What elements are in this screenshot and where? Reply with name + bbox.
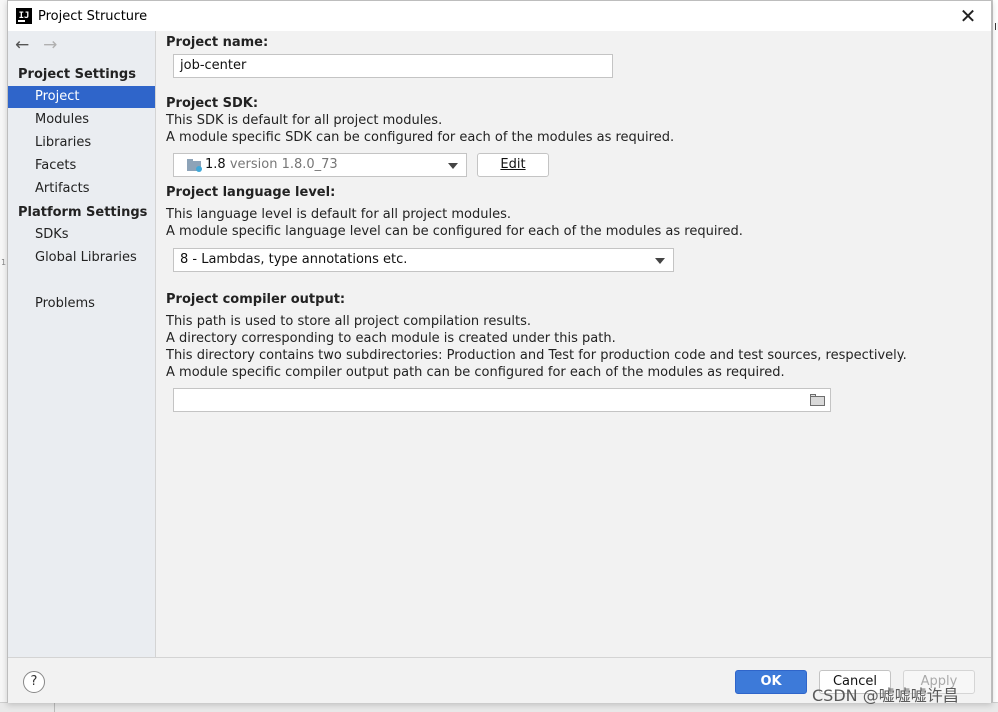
sidebar-item-artifacts[interactable]: Artifacts bbox=[8, 178, 155, 200]
compiler-output-path-input[interactable] bbox=[173, 388, 831, 412]
compiler-output-label: Project compiler output: bbox=[166, 292, 346, 307]
settings-sidebar: ← → Project Settings Project Modules Lib… bbox=[8, 31, 156, 657]
intellij-app-icon: IJ bbox=[16, 8, 32, 24]
project-name-value: job-center bbox=[180, 58, 247, 73]
language-level-value: 8 - Lambdas, type annotations etc. bbox=[180, 252, 408, 267]
language-level-label: Project language level: bbox=[166, 185, 336, 200]
back-arrow-icon[interactable]: ← bbox=[15, 35, 39, 55]
platform-settings-header: Platform Settings bbox=[18, 205, 148, 220]
project-sdk-description: This SDK is default for all project modu… bbox=[166, 113, 443, 128]
sidebar-item-problems[interactable]: Problems bbox=[8, 293, 155, 315]
sidebar-item-modules[interactable]: Modules bbox=[8, 109, 155, 131]
language-level-dropdown[interactable]: 8 - Lambdas, type annotations etc. bbox=[173, 248, 674, 272]
compiler-output-module-dir-note: A directory corresponding to each module… bbox=[166, 331, 616, 346]
background-ide-right-edge: Il bbox=[992, 0, 998, 712]
project-settings-header: Project Settings bbox=[18, 67, 136, 82]
help-button[interactable]: ? bbox=[23, 671, 45, 693]
language-level-description: This language level is default for all p… bbox=[166, 207, 511, 222]
project-name-label: Project name: bbox=[166, 35, 269, 50]
project-name-input[interactable]: job-center bbox=[173, 54, 613, 78]
background-text-fragment: Il bbox=[994, 22, 998, 33]
sidebar-item-project[interactable]: Project bbox=[8, 86, 155, 108]
background-line-number: 1 bbox=[1, 258, 7, 267]
sidebar-item-global-libraries[interactable]: Global Libraries bbox=[8, 247, 155, 269]
sidebar-item-libraries[interactable]: Libraries bbox=[8, 132, 155, 154]
title-bar: IJ Project Structure ✕ bbox=[8, 1, 991, 31]
history-navigation: ← → bbox=[15, 35, 67, 55]
ok-button[interactable]: OK bbox=[735, 670, 807, 694]
project-sdk-dropdown[interactable]: 1.8 version 1.8.0_73 bbox=[173, 153, 467, 177]
browse-folder-icon[interactable] bbox=[810, 394, 825, 406]
sidebar-item-facets[interactable]: Facets bbox=[8, 155, 155, 177]
language-level-module-note: A module specific language level can be … bbox=[166, 224, 743, 239]
compiler-output-description: This path is used to store all project c… bbox=[166, 314, 531, 329]
csdn-watermark: CSDN @嘘嘘嘘许昌 bbox=[812, 686, 959, 705]
window-title: Project Structure bbox=[38, 9, 148, 24]
sdk-selected-value: 1.8 version 1.8.0_73 bbox=[205, 157, 338, 172]
edit-sdk-button[interactable]: Edit bbox=[477, 153, 549, 177]
compiler-output-subdir-note: This directory contains two subdirectori… bbox=[166, 348, 907, 363]
sidebar-item-sdks[interactable]: SDKs bbox=[8, 224, 155, 246]
project-sdk-label: Project SDK: bbox=[166, 96, 259, 111]
project-structure-dialog: IJ Project Structure ✕ ← → Project Setti… bbox=[7, 0, 992, 703]
close-button[interactable]: ✕ bbox=[957, 5, 979, 27]
compiler-output-module-note: A module specific compiler output path c… bbox=[166, 365, 785, 380]
forward-arrow-icon[interactable]: → bbox=[43, 35, 67, 55]
project-sdk-module-note: A module specific SDK can be configured … bbox=[166, 130, 675, 145]
chevron-down-icon bbox=[448, 163, 458, 169]
chevron-down-icon bbox=[655, 258, 665, 264]
sdk-folder-icon bbox=[187, 159, 202, 172]
